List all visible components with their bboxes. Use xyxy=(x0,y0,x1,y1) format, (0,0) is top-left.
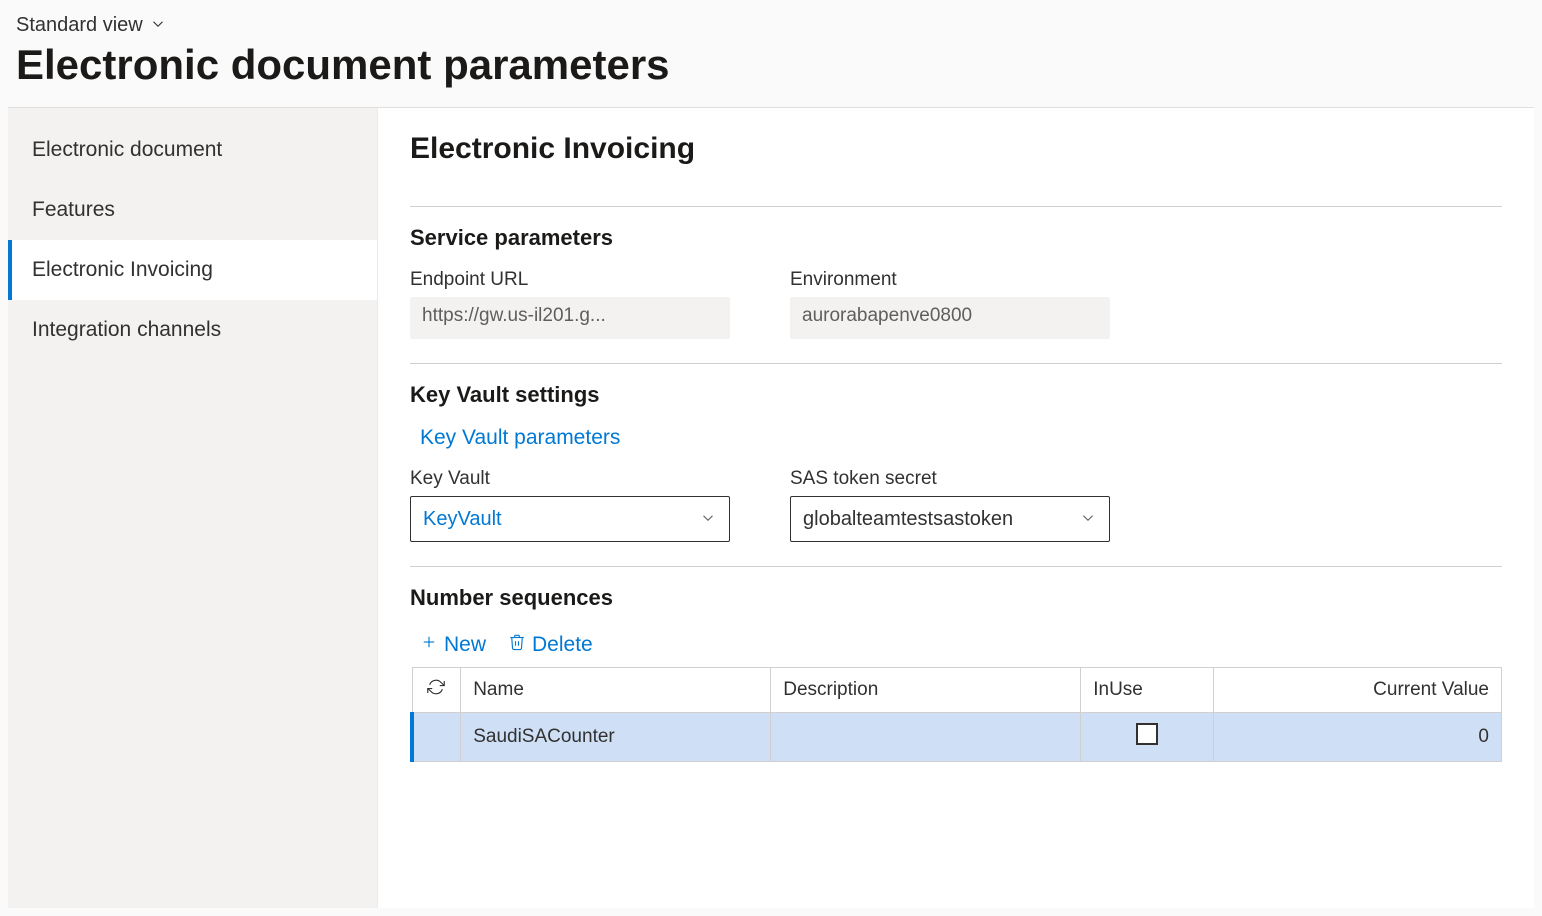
sidebar-item-label: Electronic document xyxy=(32,138,222,161)
endpoint-url-input[interactable]: https://gw.us-il201.g... xyxy=(410,297,730,339)
column-header-description[interactable]: Description xyxy=(771,668,1081,713)
sidebar-item-features[interactable]: Features xyxy=(8,180,377,240)
sidebar-item-electronic-document[interactable]: Electronic document xyxy=(8,120,377,180)
field-label: Key Vault xyxy=(410,468,730,490)
refresh-column-header[interactable] xyxy=(412,668,461,713)
refresh-icon xyxy=(427,680,445,701)
section-title: Key Vault settings xyxy=(410,382,1502,408)
chevron-down-icon xyxy=(149,15,167,36)
row-selector-cell[interactable] xyxy=(412,713,461,762)
section-title: Number sequences xyxy=(410,585,1502,611)
trash-icon xyxy=(508,633,526,657)
delete-button[interactable]: Delete xyxy=(506,629,595,661)
sidebar-item-electronic-invoicing[interactable]: Electronic Invoicing xyxy=(8,240,377,300)
key-vault-section: Key Vault settings Key Vault parameters … xyxy=(410,363,1502,542)
sidebar-item-integration-channels[interactable]: Integration channels xyxy=(8,300,377,360)
view-label: Standard view xyxy=(16,14,143,37)
cell-inuse[interactable] xyxy=(1081,713,1214,762)
sidebar-item-label: Electronic Invoicing xyxy=(32,258,213,281)
environment-input[interactable]: aurorabapenve0800 xyxy=(790,297,1110,339)
field-label: SAS token secret xyxy=(790,468,1110,490)
environment-field: Environment aurorabapenve0800 xyxy=(790,269,1110,339)
service-parameters-section: Service parameters Endpoint URL https://… xyxy=(410,206,1502,339)
column-header-inuse[interactable]: InUse xyxy=(1081,668,1214,713)
section-title: Service parameters xyxy=(410,225,1502,251)
sas-token-field: SAS token secret globalteamtestsastoken xyxy=(790,468,1110,542)
sidebar: Electronic document Features Electronic … xyxy=(8,108,378,908)
column-header-current-value[interactable]: Current Value xyxy=(1214,668,1502,713)
key-vault-field: Key Vault KeyVault xyxy=(410,468,730,542)
cell-description[interactable] xyxy=(771,713,1081,762)
cell-name[interactable]: SaudiSACounter xyxy=(461,713,771,762)
number-sequences-section: Number sequences New Delete xyxy=(410,566,1502,762)
number-sequences-grid: Name Description InUse Current Value Sau… xyxy=(410,667,1502,762)
view-selector[interactable]: Standard view xyxy=(16,14,167,37)
main-title: Electronic Invoicing xyxy=(410,132,1502,166)
field-label: Environment xyxy=(790,269,1110,291)
new-button[interactable]: New xyxy=(418,629,488,661)
sas-token-dropdown[interactable]: globalteamtestsastoken xyxy=(790,496,1110,542)
field-label: Endpoint URL xyxy=(410,269,730,291)
cell-current-value[interactable]: 0 xyxy=(1214,713,1502,762)
chevron-down-icon xyxy=(1079,509,1097,530)
dropdown-value: KeyVault xyxy=(423,508,502,531)
page-title: Electronic document parameters xyxy=(16,41,1526,89)
button-label: Delete xyxy=(532,633,593,657)
main-panel: Electronic Invoicing Service parameters … xyxy=(378,108,1534,908)
checkbox-icon[interactable] xyxy=(1136,723,1158,745)
sidebar-item-label: Features xyxy=(32,198,115,221)
endpoint-url-field: Endpoint URL https://gw.us-il201.g... xyxy=(410,269,730,339)
table-row[interactable]: SaudiSACounter 0 xyxy=(412,713,1502,762)
dropdown-value: globalteamtestsastoken xyxy=(803,508,1013,531)
key-vault-dropdown[interactable]: KeyVault xyxy=(410,496,730,542)
button-label: New xyxy=(444,633,486,657)
column-header-name[interactable]: Name xyxy=(461,668,771,713)
key-vault-parameters-link[interactable]: Key Vault parameters xyxy=(420,426,620,450)
plus-icon xyxy=(420,633,438,657)
chevron-down-icon xyxy=(699,509,717,530)
sidebar-item-label: Integration channels xyxy=(32,318,221,341)
